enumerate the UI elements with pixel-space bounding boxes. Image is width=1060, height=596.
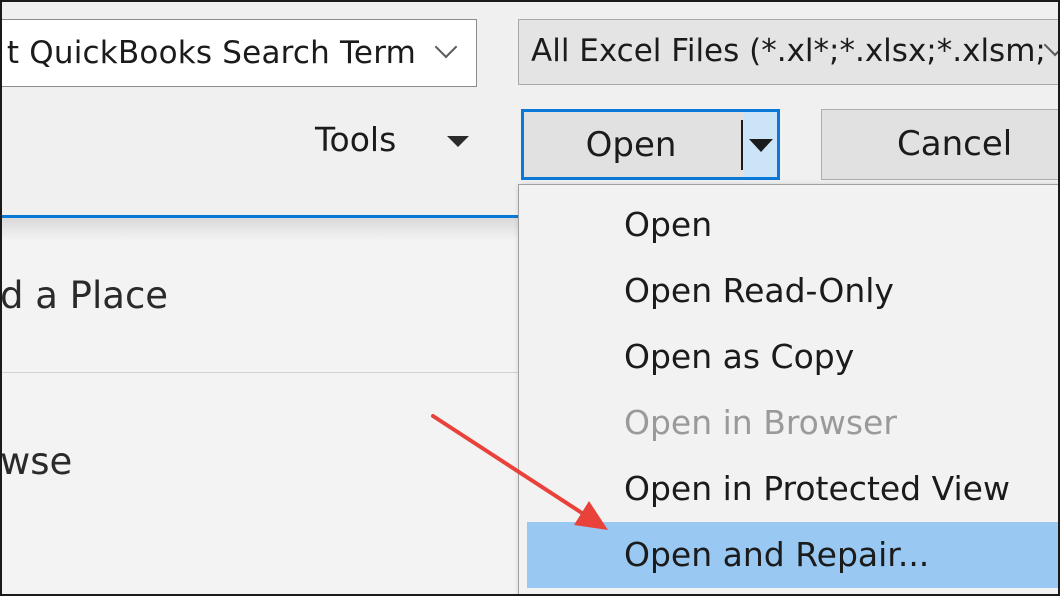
menu-item-open-as-copy[interactable]: Open as Copy bbox=[519, 324, 1058, 390]
open-button[interactable]: Open bbox=[524, 112, 738, 177]
menu-item-label: Open in Protected View bbox=[624, 469, 1010, 508]
menu-item-label: Open bbox=[624, 205, 713, 244]
split-divider bbox=[741, 120, 743, 170]
cancel-button[interactable]: Cancel bbox=[821, 109, 1058, 180]
file-type-select[interactable]: All Excel Files (*.xl*;*.xlsx;*.xlsm; bbox=[518, 19, 1058, 85]
menu-item-label: Open as Copy bbox=[624, 337, 855, 376]
open-options-menu: Open Open Read-Only Open as Copy Open in… bbox=[518, 184, 1058, 594]
search-input-value: t QuickBooks Search Term bbox=[6, 35, 416, 71]
tools-dropdown-arrow-icon[interactable] bbox=[447, 136, 469, 147]
open-split-button[interactable]: Open bbox=[521, 109, 780, 180]
menu-item-open-read-only[interactable]: Open Read-Only bbox=[519, 258, 1058, 324]
chevron-down-icon[interactable] bbox=[1043, 33, 1058, 57]
menu-item-label: Open in Browser bbox=[624, 403, 897, 442]
menu-item-open-in-browser: Open in Browser bbox=[519, 390, 1058, 456]
dialog-shadow bbox=[2, 218, 522, 240]
cancel-button-label: Cancel bbox=[897, 124, 1013, 164]
screenshot-frame: t QuickBooks Search Term All Excel Files… bbox=[0, 0, 1060, 596]
open-button-label: Open bbox=[585, 124, 677, 165]
chevron-down-icon[interactable] bbox=[434, 35, 458, 59]
menu-item-label: Open and Repair... bbox=[624, 535, 930, 574]
add-a-place-item[interactable]: d a Place bbox=[2, 274, 168, 317]
menu-item-open-and-repair[interactable]: Open and Repair... bbox=[527, 522, 1058, 588]
menu-item-open[interactable]: Open bbox=[519, 192, 1058, 258]
list-divider bbox=[2, 372, 522, 373]
tools-button[interactable]: Tools bbox=[315, 120, 396, 159]
menu-item-open-in-protected-view[interactable]: Open in Protected View bbox=[519, 456, 1058, 522]
menu-item-label: Open Read-Only bbox=[624, 271, 894, 310]
file-type-select-value: All Excel Files (*.xl*;*.xlsx;*.xlsm; bbox=[531, 33, 1046, 69]
triangle-down-icon bbox=[749, 139, 773, 152]
browse-item[interactable]: wse bbox=[2, 440, 72, 483]
open-dropdown-toggle[interactable] bbox=[744, 112, 777, 177]
search-input[interactable]: t QuickBooks Search Term bbox=[2, 19, 477, 87]
